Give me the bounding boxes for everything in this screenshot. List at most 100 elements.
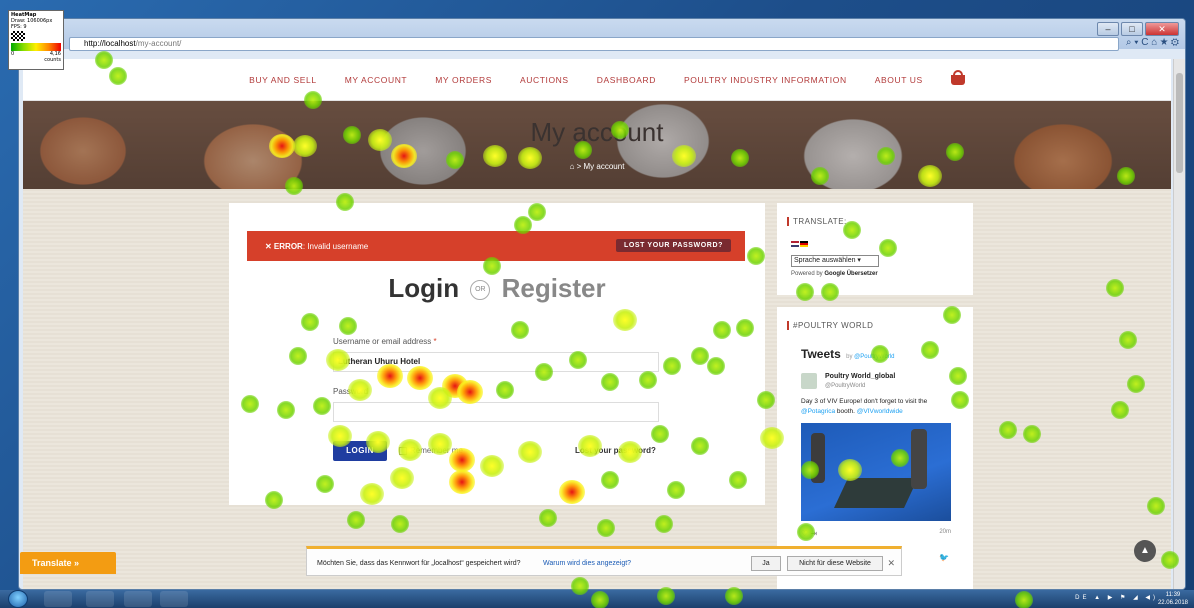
- tweets-title: Tweets: [801, 347, 841, 361]
- close-icon[interactable]: ✕: [887, 558, 895, 569]
- maximize-button[interactable]: □: [1121, 22, 1143, 36]
- error-label: ✕ ERROR: [265, 242, 303, 251]
- tweet-text: Day 3 of VIV Europe! don't forget to vis…: [801, 397, 951, 417]
- lost-password-link[interactable]: Lost your password?: [575, 446, 656, 455]
- taskbar: DE ▲ ▶ ⚑ ◢ ◀) 11:39 22.06.2018: [0, 590, 1194, 608]
- minimize-button[interactable]: –: [1097, 22, 1119, 36]
- error-message: ✕ ERROR: Invalid username: [265, 242, 368, 251]
- save-password-bar: Möchten Sie, dass das Kennwort für „loca…: [306, 546, 902, 576]
- heatmap-legend: HeatMap Draw: 106006px FPS: 9 0 4,16 cou…: [8, 10, 64, 70]
- taskbar-explorer-icon[interactable]: [86, 591, 114, 607]
- browser-toolbar-icons[interactable]: ⌕ ▾ C ⌂ ★ ⚙: [1126, 37, 1179, 48]
- cart-basket-icon[interactable]: [950, 69, 965, 85]
- heatmap-legend-unit: counts: [44, 57, 61, 63]
- heatmap-legend-checker: [11, 31, 25, 41]
- nav-about-us[interactable]: ABOUT US: [875, 75, 923, 85]
- tweets-heading: Tweets by @PoultryWorld: [801, 347, 894, 361]
- browser-window: http://localhost/my-account/ – □ ✕ ⌕ ▾ C…: [18, 18, 1186, 590]
- remember-me-checkbox[interactable]: Remember me: [399, 446, 463, 455]
- tweet-actions[interactable]: ♡ ⇥: [801, 529, 817, 538]
- tweets-by-text: by: [846, 354, 855, 360]
- site-navigation: BUY AND SELL MY ACCOUNT MY ORDERS AUCTIO…: [23, 59, 1171, 101]
- tweet-author-handle[interactable]: @PoultryWorld: [825, 383, 865, 389]
- username-label: Username or email address *: [333, 337, 437, 346]
- taskbar-chrome-icon[interactable]: [160, 591, 188, 607]
- hero-banner: My account ⌂ > My account: [23, 101, 1171, 189]
- clock-time: 11:39: [1165, 592, 1181, 598]
- poultry-widget-title: #POULTRY WORLD: [786, 321, 874, 330]
- register-heading-word[interactable]: Register: [502, 273, 606, 303]
- heatmap-legend-fps: FPS: 9: [11, 24, 27, 30]
- flag-de-icon[interactable]: [800, 241, 808, 247]
- taskbar-ie-icon[interactable]: [44, 591, 72, 607]
- heatmap-legend-min: 0: [11, 51, 15, 57]
- password-label: Password: [333, 387, 369, 396]
- error-banner: ✕ ERROR: Invalid username LOST YOUR PASS…: [247, 231, 745, 261]
- login-card: ✕ ERROR: Invalid username LOST YOUR PASS…: [229, 203, 765, 505]
- scroll-to-top-icon[interactable]: ▲: [1134, 540, 1156, 562]
- error-text: : Invalid username: [302, 242, 369, 251]
- powered-by-brand[interactable]: Google Übersetzer: [824, 271, 877, 277]
- login-button[interactable]: LOGIN: [333, 441, 387, 461]
- nav-poultry-industry-information[interactable]: POULTRY INDUSTRY INFORMATION: [684, 75, 847, 85]
- tweet-image[interactable]: [801, 423, 951, 521]
- translate-widget: TRANSLATE: Sprache auswählen ▾ Powered b…: [777, 203, 973, 295]
- login-heading-word[interactable]: Login: [388, 273, 459, 303]
- save-password-question: Möchten Sie, dass das Kennwort für „loca…: [317, 560, 521, 567]
- avatar[interactable]: [801, 373, 817, 389]
- page-viewport: BUY AND SELL MY ACCOUNT MY ORDERS AUCTIO…: [23, 59, 1171, 589]
- scrollbar[interactable]: [1173, 59, 1185, 589]
- tweet-mention-vivworldwide[interactable]: @VIVworldwide: [857, 408, 903, 415]
- page-title: My account: [530, 117, 664, 147]
- close-window-button[interactable]: ✕: [1145, 22, 1179, 36]
- powered-by: Powered by Google Übersetzer: [791, 271, 878, 277]
- tweet-image-person: [811, 433, 825, 483]
- language-select[interactable]: Sprache auswählen ▾: [791, 255, 879, 267]
- nav-my-orders[interactable]: MY ORDERS: [435, 75, 492, 85]
- window-controls: – □ ✕: [1097, 22, 1179, 36]
- start-button[interactable]: [8, 590, 28, 608]
- tweet-image-floor: [834, 478, 918, 508]
- system-tray[interactable]: DE ▲ ▶ ⚑ ◢ ◀): [1075, 594, 1158, 601]
- save-password-yes-button[interactable]: Ja: [751, 556, 781, 571]
- heatmap-legend-gradient: [11, 43, 61, 51]
- browser-titlebar: http://localhost/my-account/ – □ ✕ ⌕ ▾ C…: [19, 19, 1185, 51]
- address-bar[interactable]: http://localhost/my-account/: [69, 37, 1119, 51]
- tweet-image-person: [911, 429, 927, 489]
- nav-my-account[interactable]: MY ACCOUNT: [345, 75, 408, 85]
- clock[interactable]: 11:39 22.06.2018: [1158, 591, 1188, 607]
- username-field[interactable]: Lutheran Uhuru Hotel: [333, 352, 659, 372]
- required-mark: *: [433, 337, 437, 346]
- or-badge: OR: [470, 280, 491, 301]
- tweet-time: 20m: [939, 529, 951, 535]
- clock-date: 22.06.2018: [1157, 600, 1188, 606]
- nav-dashboard[interactable]: DASHBOARD: [597, 75, 656, 85]
- translate-button[interactable]: Translate »: [20, 552, 116, 574]
- lost-password-button[interactable]: LOST YOUR PASSWORD?: [615, 239, 731, 252]
- address-host: http://localhost: [84, 39, 136, 48]
- taskbar-media-icon[interactable]: [124, 591, 152, 607]
- tweets-by-handle[interactable]: @PoultryWorld: [854, 354, 894, 360]
- tweet-text-part-2: booth.: [835, 408, 857, 415]
- checkbox-icon[interactable]: [399, 446, 407, 455]
- twitter-bird-icon[interactable]: 🐦: [939, 553, 949, 562]
- flags: [791, 241, 808, 247]
- why-shown-link[interactable]: Warum wird dies angezeigt?: [543, 560, 631, 567]
- never-for-site-button[interactable]: Nicht für diese Website: [787, 556, 883, 571]
- flag-en-icon[interactable]: [791, 241, 799, 247]
- address-path: /my-account/: [135, 39, 182, 48]
- username-label-text: Username or email address: [333, 337, 432, 346]
- translate-widget-title: TRANSLATE:: [787, 217, 847, 226]
- tweet-mention-potagrica[interactable]: @Potagrica: [801, 408, 835, 415]
- tweet-text-part-1: Day 3 of VIV Europe! don't forget to vis…: [801, 398, 928, 405]
- breadcrumb[interactable]: ⌂ > My account: [23, 162, 1171, 171]
- powered-by-prefix: Powered by: [791, 271, 825, 277]
- password-field[interactable]: [333, 402, 659, 422]
- tweet-author-name[interactable]: Poultry World_global: [825, 373, 895, 380]
- login-register-heading: Login OR Register: [229, 273, 765, 304]
- tweets-by: by @PoultryWorld: [846, 354, 894, 360]
- nav-auctions[interactable]: AUCTIONS: [520, 75, 569, 85]
- nav-buy-and-sell[interactable]: BUY AND SELL: [249, 75, 317, 85]
- remember-me-label: Remember me: [410, 446, 463, 455]
- scrollbar-thumb[interactable]: [1176, 73, 1183, 173]
